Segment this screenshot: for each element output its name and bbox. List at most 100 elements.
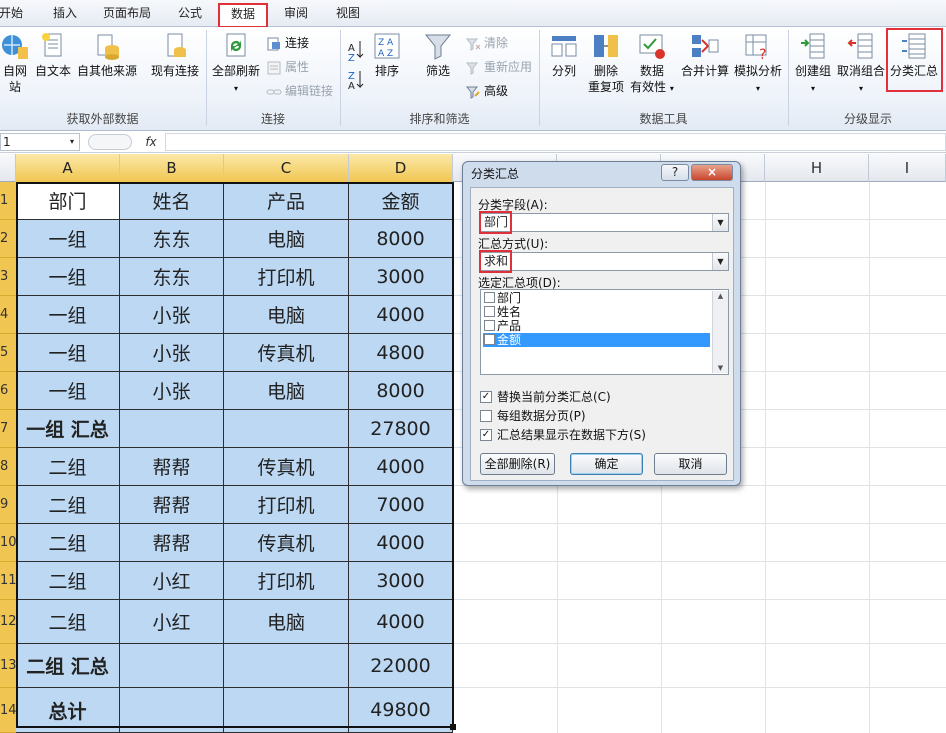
- column-header-a[interactable]: A: [16, 154, 120, 182]
- column-header-d[interactable]: D: [349, 154, 453, 182]
- checkbox[interactable]: ✓: [484, 334, 495, 345]
- checkbox[interactable]: [480, 410, 492, 422]
- checkbox[interactable]: [484, 320, 495, 331]
- table-cell[interactable]: 4000: [349, 448, 453, 486]
- checkbox[interactable]: [484, 306, 495, 317]
- table-cell[interactable]: 小红: [120, 562, 224, 600]
- table-cell[interactable]: 二组: [16, 600, 120, 644]
- page-break-option[interactable]: 每组数据分页(P): [480, 408, 586, 424]
- row-header[interactable]: 5: [0, 334, 16, 372]
- advanced-filter-button[interactable]: 高级: [465, 81, 508, 101]
- table-cell[interactable]: 帮帮: [120, 448, 224, 486]
- checkbox[interactable]: [484, 292, 495, 303]
- what-if-analysis-button[interactable]: ? 模拟分析 ▾: [732, 31, 784, 97]
- subtotal-label-cell[interactable]: 一组 汇总: [16, 410, 120, 448]
- table-cell[interactable]: 传真机: [224, 448, 349, 486]
- close-button[interactable]: ×: [691, 164, 733, 181]
- row-header[interactable]: 14: [0, 688, 17, 733]
- table-cell[interactable]: 帮帮: [120, 486, 224, 524]
- column-header-i[interactable]: I: [869, 154, 946, 182]
- row-header[interactable]: 2: [0, 220, 16, 258]
- sort-button[interactable]: Z AA Z 排序: [370, 31, 404, 79]
- row-header[interactable]: 6: [0, 372, 16, 410]
- cancel-button[interactable]: 取消: [654, 453, 727, 475]
- sort-az-button[interactable]: AZZA: [345, 37, 367, 97]
- subtotal-value-cell[interactable]: 22000: [349, 644, 453, 688]
- table-cell[interactable]: 电脑: [224, 220, 349, 258]
- subtotal-label-cell[interactable]: 二组 汇总: [16, 644, 120, 688]
- ungroup-button[interactable]: 取消组合 ▾: [836, 31, 886, 97]
- table-cell[interactable]: [120, 644, 224, 688]
- consolidate-button[interactable]: 合并计算: [678, 31, 732, 79]
- table-cell[interactable]: 打印机: [224, 258, 349, 296]
- column-header-c[interactable]: C: [224, 154, 349, 182]
- row-header[interactable]: 4: [0, 296, 16, 334]
- table-cell[interactable]: 帮帮: [120, 524, 224, 562]
- scroll-up-icon[interactable]: ▲: [713, 292, 728, 300]
- table-cell[interactable]: 小张: [120, 334, 224, 372]
- table-cell[interactable]: 电脑: [224, 372, 349, 410]
- chevron-down-icon[interactable]: ▼: [712, 253, 728, 270]
- table-cell[interactable]: 4000: [349, 296, 453, 334]
- subtotal-items-list[interactable]: 部门 姓名 产品 ✓ 金额 ▲ ▼: [480, 289, 729, 375]
- fill-handle[interactable]: [450, 724, 456, 730]
- table-cell[interactable]: 一组: [16, 220, 120, 258]
- text-to-columns-button[interactable]: 分列: [546, 31, 582, 79]
- table-cell[interactable]: 8000: [349, 220, 453, 258]
- reapply-button[interactable]: 重新应用: [465, 57, 532, 77]
- table-cell[interactable]: 二组: [16, 486, 120, 524]
- formula-input[interactable]: [165, 133, 946, 151]
- table-cell[interactable]: 电脑: [224, 600, 349, 644]
- connections-button[interactable]: 连接: [266, 33, 309, 53]
- group-button[interactable]: 创建组 ▾: [792, 31, 834, 97]
- row-header[interactable]: 9: [0, 486, 16, 524]
- row-header[interactable]: 12: [0, 600, 17, 644]
- data-validation-button[interactable]: 数据 有效性 ▾: [630, 31, 674, 97]
- name-box[interactable]: 1: [0, 133, 80, 151]
- tab-formulas[interactable]: 公式: [173, 4, 207, 24]
- function-select[interactable]: 求和 ▼: [480, 252, 729, 271]
- table-cell[interactable]: [120, 410, 224, 448]
- table-cell[interactable]: 电脑: [224, 296, 349, 334]
- row-header[interactable]: 13: [0, 644, 17, 688]
- table-cell[interactable]: [224, 644, 349, 688]
- name-box-dropdown-icon[interactable]: ▾: [70, 133, 74, 151]
- table-cell[interactable]: 3000: [349, 562, 453, 600]
- grand-total-value-cell[interactable]: 49800: [349, 688, 453, 733]
- filter-button[interactable]: 筛选: [420, 31, 456, 79]
- tab-review[interactable]: 审阅: [279, 4, 313, 24]
- table-cell[interactable]: 一组: [16, 296, 120, 334]
- table-cell[interactable]: 二组: [16, 524, 120, 562]
- table-cell[interactable]: 传真机: [224, 524, 349, 562]
- table-cell[interactable]: 4000: [349, 524, 453, 562]
- table-cell[interactable]: 东东: [120, 258, 224, 296]
- table-cell[interactable]: [120, 688, 224, 733]
- tab-home[interactable]: 开始: [0, 4, 24, 24]
- tab-data[interactable]: 数据: [218, 3, 268, 28]
- table-cell[interactable]: 传真机: [224, 334, 349, 372]
- edit-links-button[interactable]: 编辑链接: [266, 81, 333, 101]
- from-text-button[interactable]: 自文本: [33, 31, 73, 79]
- table-cell[interactable]: 8000: [349, 372, 453, 410]
- table-header-cell[interactable]: 金额: [349, 182, 453, 220]
- list-scrollbar[interactable]: ▲ ▼: [712, 291, 728, 373]
- ok-button[interactable]: 确定: [570, 453, 643, 475]
- table-cell[interactable]: 小张: [120, 372, 224, 410]
- table-cell[interactable]: 东东: [120, 220, 224, 258]
- select-all-corner[interactable]: [0, 154, 16, 182]
- list-item[interactable]: 姓名: [483, 305, 710, 319]
- table-cell[interactable]: 二组: [16, 448, 120, 486]
- table-cell[interactable]: 小张: [120, 296, 224, 334]
- properties-button[interactable]: 属性: [266, 57, 309, 77]
- table-cell[interactable]: 一组: [16, 334, 120, 372]
- from-other-sources-button[interactable]: 自其他来源: [75, 31, 139, 79]
- replace-current-option[interactable]: ✓ 替换当前分类汇总(C): [480, 389, 611, 405]
- table-header-cell[interactable]: 姓名: [120, 182, 224, 220]
- existing-connections-button[interactable]: 现有连接: [148, 31, 202, 79]
- list-item[interactable]: 部门: [483, 291, 710, 305]
- table-cell[interactable]: [224, 688, 349, 733]
- column-header-b[interactable]: B: [120, 154, 224, 182]
- table-cell[interactable]: 4000: [349, 600, 453, 644]
- remove-duplicates-button[interactable]: 删除 重复项: [585, 31, 627, 95]
- column-header-h[interactable]: H: [765, 154, 869, 182]
